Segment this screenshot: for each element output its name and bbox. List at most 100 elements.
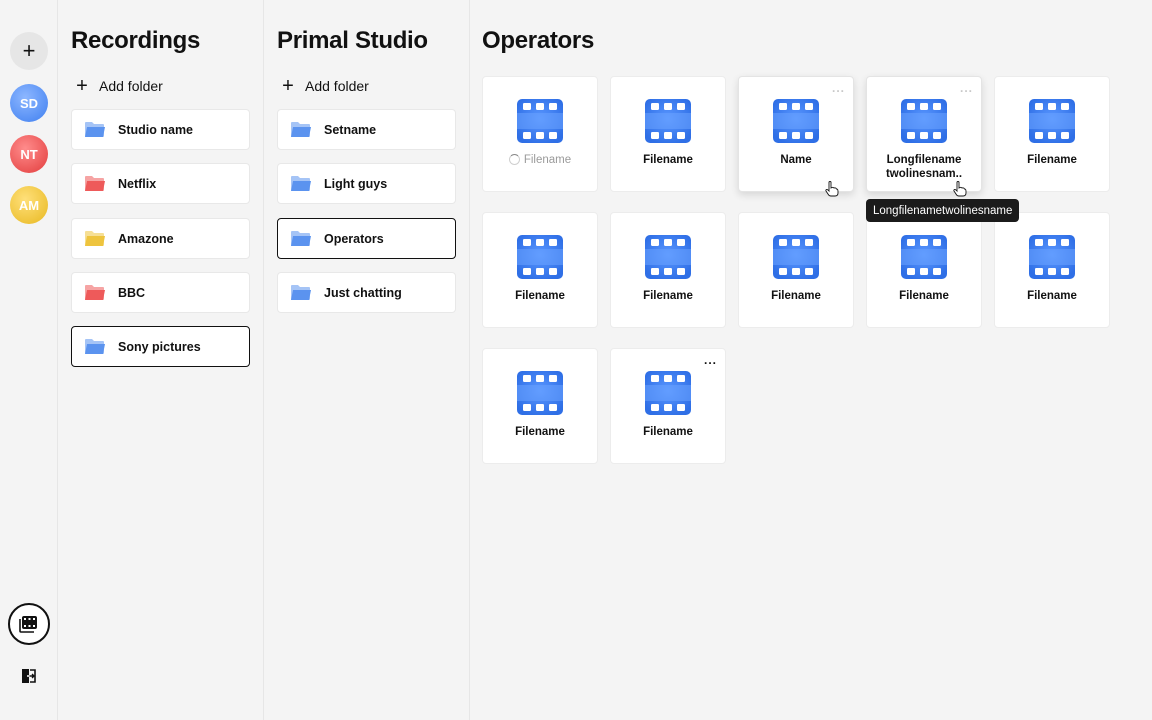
file-name: Longfilename twolinesnam.. <box>871 153 977 181</box>
add-workspace-button[interactable]: + <box>10 32 48 70</box>
video-file-icon <box>645 371 691 415</box>
folder-netflix[interactable]: Netflix <box>71 163 250 204</box>
folder-icon <box>291 285 311 300</box>
file-name: Filename <box>615 425 721 439</box>
file-tile[interactable]: Filename <box>482 212 598 328</box>
more-options-icon[interactable]: ... <box>704 354 717 366</box>
recordings-title: Recordings <box>71 27 201 54</box>
app-rail: + SD NT AM <box>0 0 58 720</box>
folder-icon <box>291 231 311 246</box>
file-name-text: Filename <box>771 290 821 302</box>
folder-icon <box>85 122 105 137</box>
file-name-text: Longfilename twolinesnam.. <box>885 154 963 180</box>
folder-sony-pictures[interactable]: Sony pictures <box>71 326 250 367</box>
file-tile[interactable]: Longfilename twolinesnam..... <box>866 76 982 192</box>
folder-just-chatting[interactable]: Just chatting <box>277 272 456 313</box>
plus-icon: + <box>282 75 294 97</box>
file-tile[interactable]: Filename <box>994 76 1110 192</box>
file-tile[interactable]: Filename <box>738 212 854 328</box>
folder-label: Setname <box>324 122 377 137</box>
folder-label: Just chatting <box>324 285 402 300</box>
add-folder-label: Add folder <box>99 78 163 94</box>
logout-button[interactable] <box>17 664 41 688</box>
file-name: Filename <box>999 289 1105 303</box>
recordings-add-folder-button[interactable]: + Add folder <box>75 75 163 97</box>
studio-title: Primal Studio <box>277 27 428 54</box>
file-name: Filename <box>999 153 1105 167</box>
file-name-text: Filename <box>643 154 693 166</box>
folder-icon <box>85 339 105 354</box>
filename-tooltip: Longfilenametwolinesname <box>866 199 1020 222</box>
file-name: Filename <box>487 289 593 303</box>
logout-icon <box>22 669 36 683</box>
avatar-nt[interactable]: NT <box>10 135 48 173</box>
file-name-text: Filename <box>643 290 693 302</box>
film-library-icon <box>19 616 37 633</box>
file-name: Filename <box>615 289 721 303</box>
recordings-column: Recordings + Add folder Studio name Netf… <box>58 0 264 720</box>
file-name: Filename <box>743 289 849 303</box>
folder-label: Light guys <box>324 176 388 191</box>
file-tile[interactable]: Filename <box>610 76 726 192</box>
video-file-icon <box>901 99 947 143</box>
file-name-text: Filename <box>515 290 565 302</box>
folder-studio-name[interactable]: Studio name <box>71 109 250 150</box>
more-options-icon[interactable]: ... <box>832 82 845 94</box>
file-name-text: Filename <box>523 154 572 166</box>
file-tile[interactable]: Filename <box>482 76 598 192</box>
file-name: Filename <box>615 153 721 167</box>
folder-icon <box>291 122 311 137</box>
video-file-icon <box>517 99 563 143</box>
avatar-sd[interactable]: SD <box>10 84 48 122</box>
video-file-icon <box>517 371 563 415</box>
folder-bbc[interactable]: BBC <box>71 272 250 313</box>
files-panel: Operators Filename Filename Name... Longfil… <box>470 0 1152 720</box>
hand-cursor-icon <box>953 181 967 197</box>
file-name-text: Filename <box>1027 290 1077 302</box>
plus-icon: + <box>76 75 88 97</box>
file-tile[interactable]: Filename... <box>610 348 726 464</box>
folder-setname[interactable]: Setname <box>277 109 456 150</box>
file-name: Filename <box>487 425 593 439</box>
hand-cursor-icon <box>825 181 839 197</box>
file-tile[interactable]: Filename <box>994 212 1110 328</box>
folder-label: Amazone <box>118 231 174 246</box>
video-file-icon <box>517 235 563 279</box>
file-tile[interactable]: Filename <box>866 212 982 328</box>
recordings-nav-button[interactable] <box>8 603 50 645</box>
folder-amazone[interactable]: Amazone <box>71 218 250 259</box>
file-name-text: Filename <box>515 426 565 438</box>
video-file-icon <box>645 235 691 279</box>
video-file-icon <box>773 99 819 143</box>
folder-operators[interactable]: Operators <box>277 218 456 259</box>
folder-label: BBC <box>118 285 146 300</box>
folder-icon <box>85 231 105 246</box>
loading-spinner-icon <box>508 154 520 165</box>
file-tile[interactable]: Filename <box>610 212 726 328</box>
add-folder-label: Add folder <box>305 78 369 94</box>
page-title: Operators <box>482 27 595 54</box>
video-file-icon <box>1029 99 1075 143</box>
folder-icon <box>291 176 311 191</box>
studio-add-folder-button[interactable]: + Add folder <box>281 75 369 97</box>
file-name-text: Name <box>780 154 812 166</box>
file-name-text: Filename <box>643 426 693 438</box>
folder-label: Studio name <box>118 122 194 137</box>
video-file-icon <box>645 99 691 143</box>
folder-label: Operators <box>324 231 384 246</box>
studio-column: Primal Studio + Add folder Setname Light… <box>264 0 470 720</box>
file-name: Filename <box>871 289 977 303</box>
folder-light-guys[interactable]: Light guys <box>277 163 456 204</box>
file-tile[interactable]: Filename <box>482 348 598 464</box>
avatar-am[interactable]: AM <box>10 186 48 224</box>
file-name: Filename <box>487 153 593 167</box>
file-name: Name <box>743 153 849 167</box>
video-file-icon <box>901 235 947 279</box>
file-name-text: Filename <box>1027 154 1077 166</box>
more-options-icon[interactable]: ... <box>960 82 973 94</box>
folder-icon <box>85 285 105 300</box>
file-tile[interactable]: Name... <box>738 76 854 192</box>
video-file-icon <box>1029 235 1075 279</box>
folder-label: Sony pictures <box>118 339 201 354</box>
folder-label: Netflix <box>118 176 157 191</box>
